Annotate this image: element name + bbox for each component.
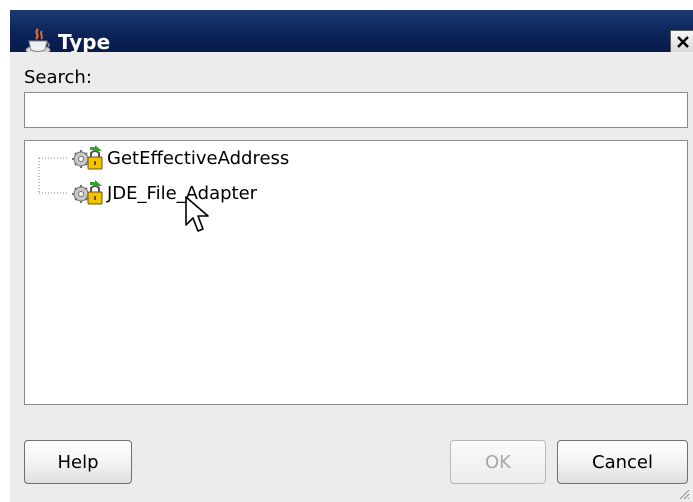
ok-button[interactable]: OK [450,440,546,484]
tree-item-label: GetEffectiveAddress [107,147,290,169]
type-dialog: Type Search: GetEffectiveAddress JDE_Fil… [0,0,693,502]
close-button[interactable] [670,30,693,54]
search-label: Search: [24,67,92,88]
cancel-button[interactable]: Cancel [557,440,688,484]
tree-item-get-effective-address[interactable]: GetEffectiveAddress [69,144,289,172]
tree-item-jde-file-adapter[interactable]: JDE_File_Adapter [69,179,257,207]
tree-item-label: JDE_File_Adapter [107,182,258,204]
title-bar[interactable]: Type [10,10,693,55]
type-tree[interactable]: GetEffectiveAddress JDE_File_Adapter [24,140,688,405]
gear-lock-icon [72,180,103,205]
gear-lock-icon [72,145,103,170]
search-input[interactable] [24,92,688,128]
resize-grip-icon[interactable] [676,486,690,500]
help-button[interactable]: Help [24,440,132,484]
close-icon [677,36,689,48]
